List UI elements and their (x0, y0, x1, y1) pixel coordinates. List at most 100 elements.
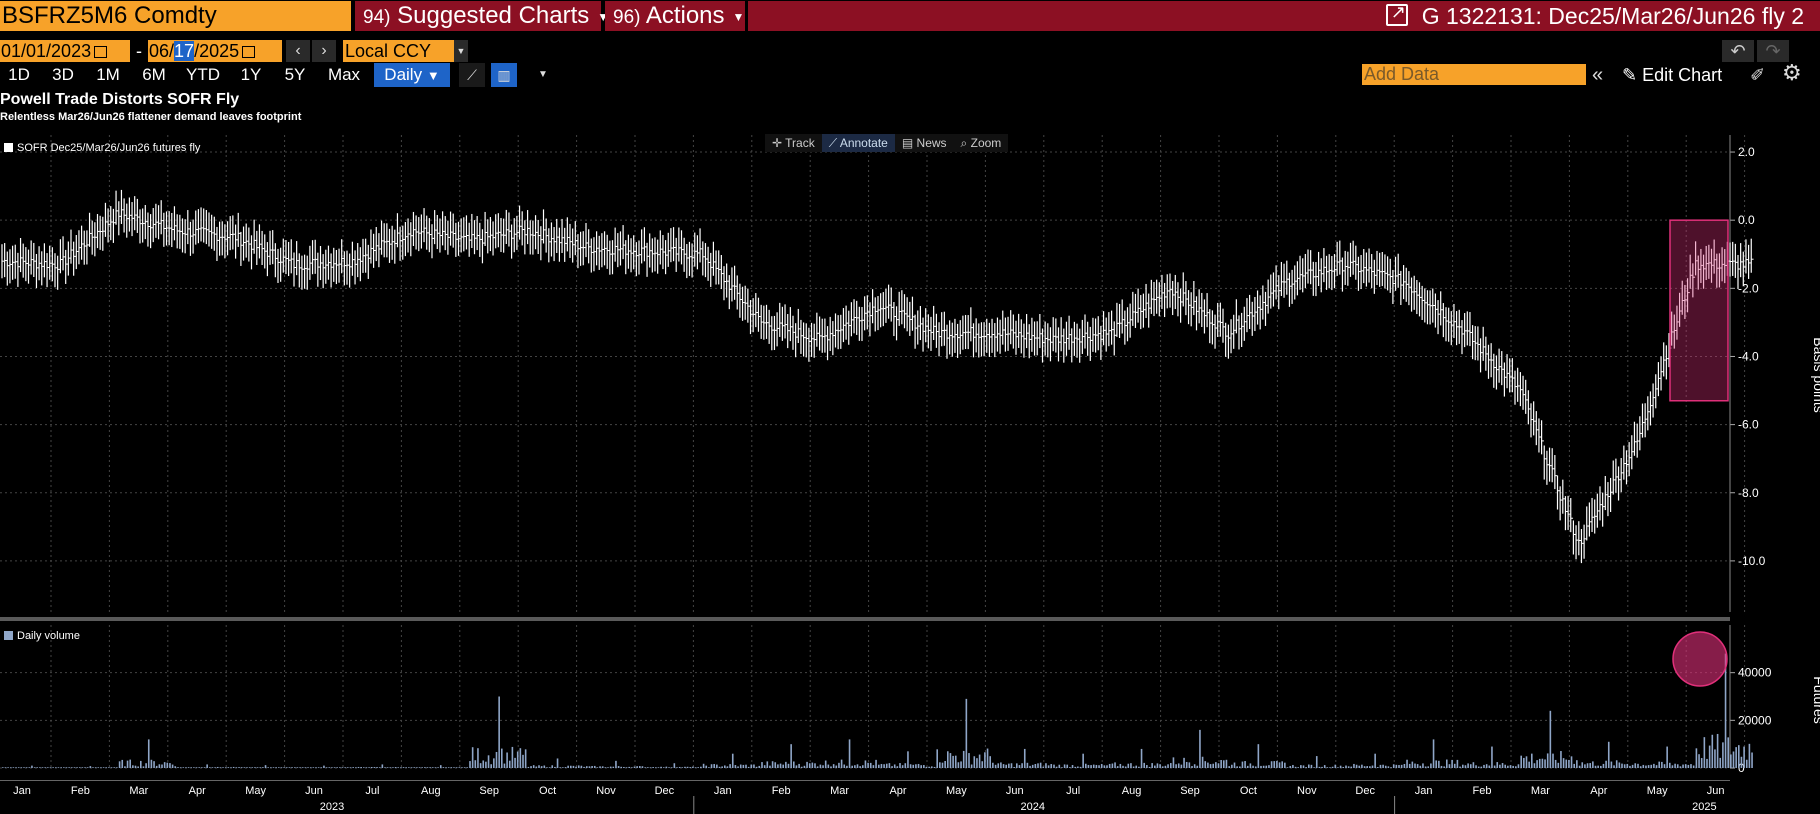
volume-bar (885, 763, 888, 768)
volume-bar (1183, 757, 1185, 768)
x-tick-label: Aug (1122, 785, 1142, 797)
volume-bar (230, 767, 232, 768)
volume-bar (1679, 766, 1682, 768)
volume-bar (341, 767, 344, 768)
volume-bar (442, 767, 445, 768)
volume-bar (36, 767, 39, 768)
volume-bar (150, 759, 153, 768)
volume-bar (296, 767, 299, 768)
volume-bar (1156, 763, 1159, 768)
volume-bar (1448, 764, 1451, 768)
volume-bar (1607, 741, 1610, 768)
volume-bar (1000, 762, 1002, 768)
volume-bar (1424, 766, 1427, 768)
volume-bar (548, 767, 551, 768)
volume-bar (986, 748, 989, 768)
volume-bar (418, 767, 421, 768)
volume-bar (174, 766, 177, 768)
volume-bar (575, 766, 577, 768)
volume-bar (1087, 764, 1090, 768)
volume-bar (1010, 763, 1013, 768)
volume-bar (766, 761, 769, 768)
volume-bar (1557, 762, 1560, 768)
volume-bar (1443, 766, 1445, 768)
volume-bar (142, 766, 145, 768)
volume-bar (1215, 762, 1217, 768)
volume-bar (848, 739, 851, 768)
volume-bar (1435, 760, 1437, 768)
volume-bar (1321, 766, 1323, 768)
volume-bar (25, 767, 28, 768)
volume-bar (524, 749, 527, 768)
volume-bar (283, 767, 285, 768)
volume-bar (684, 766, 686, 768)
volume-bar (280, 767, 283, 768)
chart-mini-toolbar: ✛ Track ⟋ Annotate ▤ News ⌕ Zoom (765, 134, 1009, 152)
volume-bar (7, 767, 9, 768)
volume-bar (408, 767, 410, 768)
news-tool[interactable]: ▤ News (895, 134, 954, 152)
volume-bar (1207, 762, 1209, 768)
volume-bar (86, 767, 89, 768)
volume-bar (190, 767, 193, 768)
volume-bar (779, 763, 782, 768)
volume-bar (232, 766, 235, 768)
volume-bar (1706, 758, 1708, 768)
volume-bar (1334, 764, 1337, 768)
volume-bar (1570, 756, 1573, 768)
volume-bar (1281, 761, 1283, 768)
volume-bar (1111, 763, 1114, 768)
volume-bar (599, 766, 601, 768)
volume-bar (363, 767, 365, 768)
volume-bar (155, 765, 158, 768)
annotate-tool[interactable]: ⟋ Annotate (821, 134, 895, 152)
volume-bar (543, 765, 546, 768)
volume-bar (1554, 759, 1557, 768)
panel-separator[interactable] (0, 617, 1730, 621)
x-tick-label: Jun (305, 785, 323, 797)
volume-bar (1318, 766, 1321, 768)
volume-bar (1671, 765, 1674, 768)
volume-bar (68, 767, 70, 768)
volume-bar (254, 767, 256, 768)
volume-bar (734, 765, 737, 768)
volume-bar (1371, 765, 1374, 768)
volume-bar (586, 766, 588, 768)
volume-bar (1615, 760, 1618, 768)
volume-bar (1623, 764, 1626, 768)
volume-bar (1565, 759, 1568, 768)
volume-bar (373, 767, 376, 768)
volume-bar (867, 762, 869, 768)
volume-bar (1172, 757, 1175, 768)
volume-bar (556, 758, 559, 768)
volume-bar (1239, 766, 1241, 768)
volume-bar (1353, 763, 1355, 768)
volume-bar (1432, 739, 1435, 768)
volume-bar (479, 763, 482, 768)
volume-bar (299, 767, 301, 768)
x-tick-label: Aug (421, 785, 441, 797)
volume-bar (203, 767, 206, 768)
volume-bar (1727, 737, 1729, 768)
volume-bar (1220, 760, 1222, 768)
volume-bar (1039, 762, 1042, 768)
volume-bar (954, 755, 957, 768)
track-tool[interactable]: ✛ Track (765, 134, 822, 152)
x-tick-label: May (946, 785, 967, 797)
volume-bar (1284, 762, 1286, 768)
volume-bar (1743, 746, 1745, 768)
volume-bar (445, 767, 447, 768)
volume-bar (57, 767, 60, 768)
volume-bar (466, 767, 469, 768)
volume-bar (532, 765, 535, 768)
zoom-tool[interactable]: ⌕ Zoom (954, 134, 1009, 152)
volume-bar (1204, 761, 1207, 768)
x-tick-label: Mar (1531, 785, 1550, 797)
volume-bar (78, 767, 81, 768)
x-tick-label: Apr (1590, 785, 1607, 797)
volume-bar (1114, 762, 1116, 768)
volume-bar (1050, 764, 1053, 768)
volume-bar (447, 767, 450, 768)
volume-bar (1066, 764, 1069, 768)
volume-bar (811, 762, 814, 768)
